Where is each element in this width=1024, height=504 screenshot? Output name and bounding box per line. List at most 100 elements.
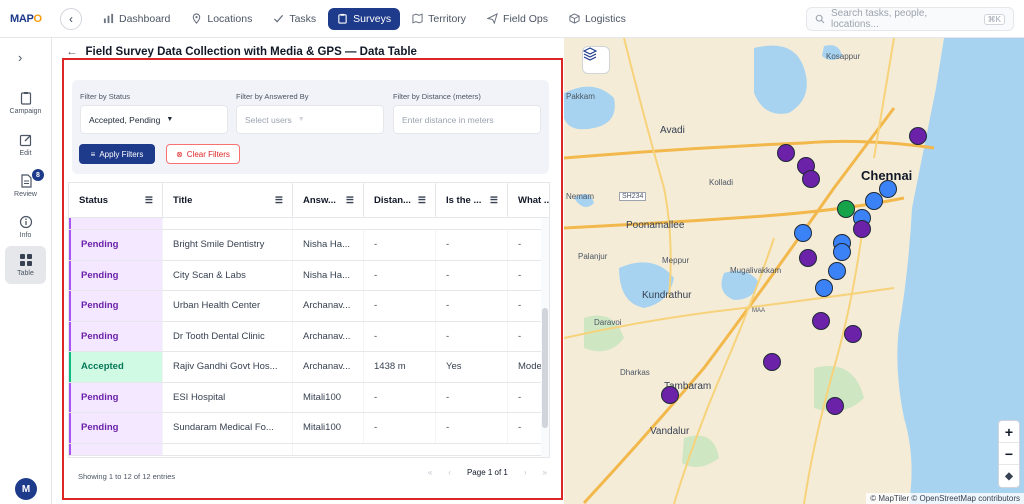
- column-header-what[interactable]: What ...: [508, 183, 549, 218]
- is-the-cell: -: [436, 321, 508, 351]
- map-marker-pending[interactable]: [844, 325, 862, 343]
- sidebar-item-info[interactable]: Info: [5, 208, 46, 246]
- table-row[interactable]: [69, 218, 543, 230]
- nav-logistics[interactable]: Logistics: [560, 8, 635, 30]
- distance-cell: -: [364, 230, 436, 260]
- map-marker-accepted[interactable]: [815, 279, 833, 297]
- is-the-cell: Yes: [436, 352, 508, 382]
- sidebar-item-table[interactable]: Table: [5, 246, 46, 284]
- nav-dashboard[interactable]: Dashboard: [94, 8, 179, 30]
- zoom-in-button[interactable]: +: [999, 421, 1019, 443]
- layers-button[interactable]: [582, 46, 610, 74]
- answered-cell: Archanav...: [293, 352, 364, 382]
- filter-lines-icon[interactable]: ☰: [275, 195, 283, 206]
- filter-lines-icon[interactable]: ☰: [490, 195, 498, 206]
- arrow-left-icon[interactable]: ←: [66, 46, 78, 58]
- chevron-right-icon: ›: [18, 50, 23, 65]
- map-marker-pending[interactable]: [826, 397, 844, 415]
- map-marker-pending[interactable]: [812, 312, 830, 330]
- column-header-title[interactable]: Title ☰: [163, 183, 293, 218]
- zoom-controls: + − ◆: [998, 420, 1020, 488]
- map-marker-pending[interactable]: [763, 353, 781, 371]
- title-cell: Urban Health Center: [163, 291, 293, 321]
- apply-filters-button[interactable]: ≡ Apply Filters: [79, 144, 155, 164]
- filter-lines-icon[interactable]: ☰: [418, 195, 426, 206]
- sidebar-item-review[interactable]: Review 8: [5, 167, 46, 205]
- nav-surveys[interactable]: Surveys: [328, 7, 401, 30]
- page-title: ← Field Survey Data Collection with Medi…: [66, 46, 417, 58]
- title-cell: Rajiv Gandhi Govt Hos...: [163, 352, 293, 382]
- table-row[interactable]: Pending Bright Smile Dentistry Nisha Ha.…: [69, 230, 543, 261]
- distance-cell: -: [364, 413, 436, 443]
- first-page-icon[interactable]: «: [428, 468, 432, 477]
- map-marker-accepted[interactable]: [865, 192, 883, 210]
- clear-filters-button[interactable]: ⊗ Clear Filters: [166, 144, 240, 164]
- map-marker-accepted[interactable]: [879, 180, 897, 198]
- sidebar-expand-button[interactable]: ›: [18, 50, 22, 65]
- table-row[interactable]: Pending Urban Health Center Archanav... …: [69, 291, 543, 322]
- last-page-icon[interactable]: »: [543, 468, 547, 477]
- column-header-is-the[interactable]: Is the ... ☰: [436, 183, 508, 218]
- column-header-distance[interactable]: Distan... ☰: [364, 183, 436, 218]
- what-cell: -: [508, 382, 543, 412]
- map-marker-pending[interactable]: [777, 144, 795, 162]
- map-label: Avadi: [660, 125, 685, 136]
- filter-lines-icon[interactable]: ☰: [346, 195, 354, 206]
- data-table-panel: Filter by Status Accepted, Pending ▼ Fil…: [62, 58, 563, 500]
- sidebar-item-edit[interactable]: Edit: [5, 126, 46, 164]
- column-header-status[interactable]: Status ☰: [69, 183, 163, 218]
- status-filter-select[interactable]: Accepted, Pending ▼: [80, 105, 228, 134]
- map-attribution[interactable]: © MapTiler © OpenStreetMap contributors: [866, 493, 1024, 504]
- table-row[interactable]: [69, 443, 543, 456]
- map-label: Dharkas: [620, 368, 650, 377]
- table-scrollbar[interactable]: [541, 218, 549, 457]
- map-marker-pending[interactable]: [802, 170, 820, 188]
- map-marker-pending[interactable]: [909, 127, 927, 145]
- map-marker-pending[interactable]: [799, 249, 817, 267]
- app-logo[interactable]: MAPO: [0, 13, 50, 25]
- distance-filter-label: Filter by Distance (meters): [393, 92, 481, 101]
- table-row[interactable]: Accepted Rajiv Gandhi Govt Hos... Archan…: [69, 352, 543, 383]
- next-page-icon[interactable]: ›: [524, 468, 527, 477]
- back-button[interactable]: ‹: [60, 7, 82, 30]
- map-marker-accepted[interactable]: [794, 224, 812, 242]
- distance-filter-input[interactable]: Enter distance in meters: [393, 105, 541, 134]
- map-marker-accepted[interactable]: [833, 243, 851, 261]
- sidebar-item-campaign[interactable]: Campaign: [5, 84, 46, 122]
- top-nav-bar: MAPO ‹ Dashboard Locations Tasks Surveys…: [0, 0, 1024, 38]
- map-marker-pending[interactable]: [661, 386, 679, 404]
- map-marker-accepted[interactable]: [828, 262, 846, 280]
- zoom-out-button[interactable]: −: [999, 443, 1019, 465]
- map-icon: [412, 13, 423, 24]
- table-row[interactable]: Pending ESI Hospital Mitali100 - - -: [69, 382, 543, 413]
- status-cell: Pending: [69, 260, 163, 290]
- status-cell: Pending: [69, 230, 163, 260]
- prev-page-icon[interactable]: ‹: [448, 468, 451, 477]
- column-header-answered[interactable]: Answ... ☰: [293, 183, 364, 218]
- filter-icon: ≡: [90, 149, 96, 159]
- map-label: Kosappur: [826, 52, 861, 61]
- status-cell: Pending: [69, 291, 163, 321]
- compass-button[interactable]: ◆: [999, 465, 1019, 487]
- nav-tasks[interactable]: Tasks: [264, 8, 325, 30]
- status-filter-label: Filter by Status: [80, 92, 131, 101]
- filters-section: Filter by Status Accepted, Pending ▼ Fil…: [72, 80, 549, 174]
- clipboard-icon: [20, 92, 31, 105]
- answered-by-filter-select[interactable]: Select users ▼: [236, 105, 384, 134]
- nav-field-ops[interactable]: Field Ops: [478, 8, 557, 30]
- what-cell: -: [508, 260, 543, 290]
- global-search-input[interactable]: Search tasks, people, locations... ⌘K: [806, 7, 1014, 31]
- scrollbar-thumb[interactable]: [542, 308, 548, 428]
- distance-cell: 1438 m: [364, 352, 436, 382]
- nav-locations[interactable]: Locations: [182, 8, 261, 30]
- nav-territory[interactable]: Territory: [403, 8, 475, 30]
- map-marker-pending[interactable]: [853, 220, 871, 238]
- table-row[interactable]: Pending City Scan & Labs Nisha Ha... - -…: [69, 260, 543, 291]
- map-view[interactable]: Kosappur Avadi Pakkam Kolladi Chennai Ne…: [564, 38, 1024, 504]
- user-avatar[interactable]: M: [15, 478, 37, 500]
- table-row[interactable]: Pending Dr Tooth Dental Clinic Archanav.…: [69, 321, 543, 352]
- filter-lines-icon[interactable]: ☰: [145, 195, 153, 206]
- distance-cell: -: [364, 260, 436, 290]
- table-row[interactable]: Pending Sundaram Medical Fo... Mitali100…: [69, 413, 543, 444]
- caret-down-icon: ▼: [297, 116, 305, 123]
